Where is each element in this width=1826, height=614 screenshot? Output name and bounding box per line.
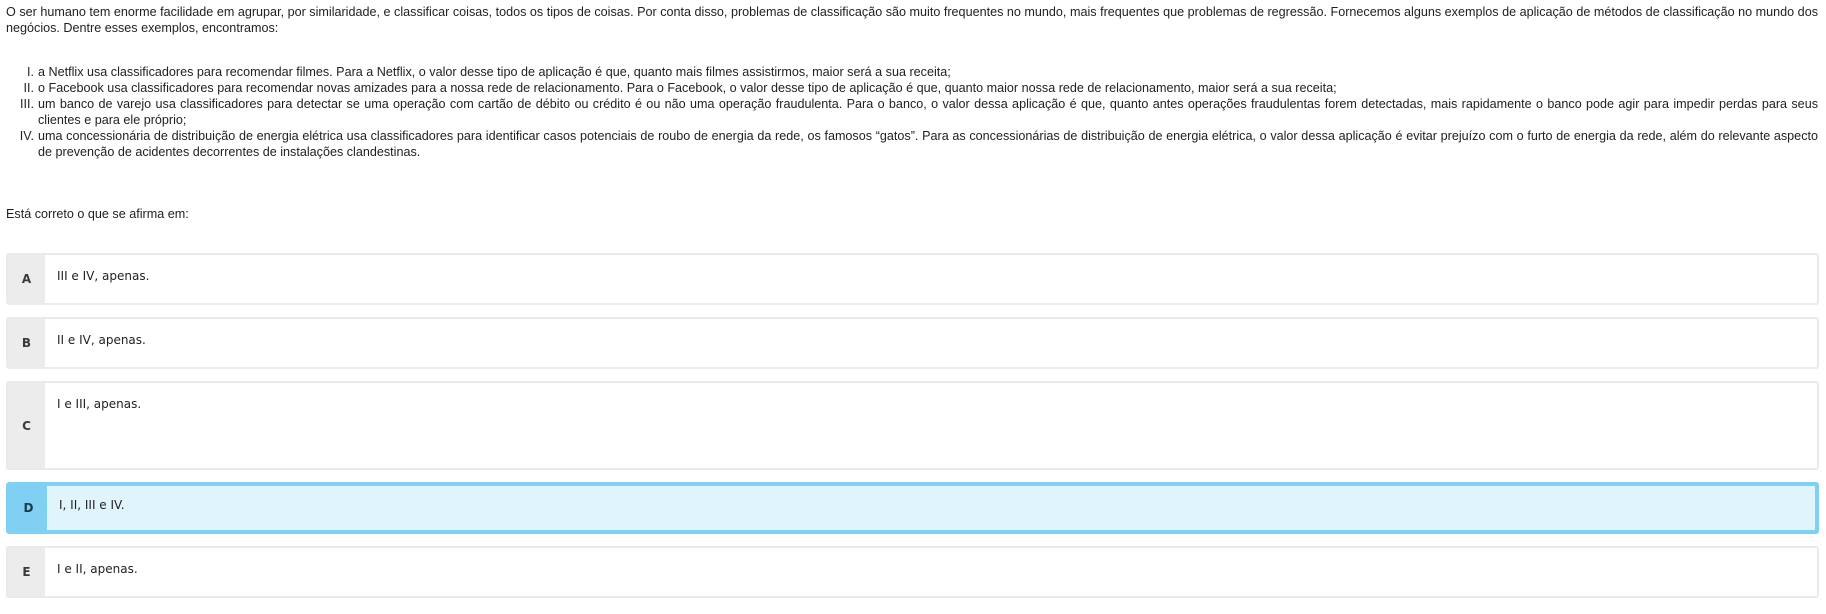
statement-item: III. um banco de varejo usa classificado… — [0, 96, 1818, 128]
option-a[interactable]: A III e IV, apenas. — [6, 253, 1819, 305]
statement-number: I. — [27, 65, 34, 79]
statement-number: IV. — [19, 129, 34, 143]
answer-options: A III e IV, apenas. B II e IV, apenas. C… — [6, 253, 1819, 610]
statement-item: IV. uma concessionária de distribuição d… — [0, 128, 1818, 160]
option-letter: C — [8, 383, 45, 468]
statement-list: I. a Netflix usa classificadores para re… — [0, 64, 1818, 160]
option-letter: A — [8, 255, 45, 303]
option-letter: E — [8, 548, 45, 596]
option-b[interactable]: B II e IV, apenas. — [6, 317, 1819, 369]
option-text: II e IV, apenas. — [57, 333, 146, 347]
question-prompt: Está correto o que se afirma em: — [6, 207, 189, 221]
question-intro: O ser humano tem enorme facilidade em ag… — [6, 5, 1818, 35]
statement-text: uma concessionária de distribuição de en… — [38, 129, 1818, 159]
statement-number: III. — [20, 97, 34, 111]
option-letter: D — [10, 486, 47, 530]
option-text: I e III, apenas. — [57, 397, 142, 411]
option-c[interactable]: C I e III, apenas. — [6, 381, 1819, 470]
option-letter: B — [8, 319, 45, 367]
option-e[interactable]: E I e II, apenas. — [6, 546, 1819, 598]
statement-item: I. a Netflix usa classificadores para re… — [0, 64, 1818, 80]
statement-item: II. o Facebook usa classificadores para … — [0, 80, 1818, 96]
option-text: III e IV, apenas. — [57, 269, 150, 283]
statement-number: II. — [23, 81, 35, 95]
option-d[interactable]: D I, II, III e IV. — [6, 482, 1819, 534]
option-text: I, II, III e IV. — [59, 498, 125, 512]
statement-text: o Facebook usa classificadores para reco… — [38, 81, 1337, 95]
option-text: I e II, apenas. — [57, 562, 138, 576]
statement-text: a Netflix usa classificadores para recom… — [38, 65, 951, 79]
statement-text: um banco de varejo usa classificadores p… — [38, 97, 1818, 127]
